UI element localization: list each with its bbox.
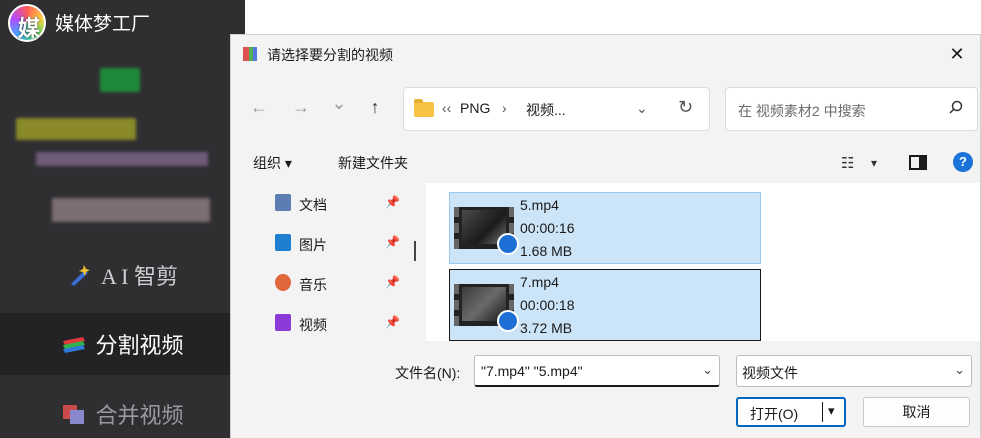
quick-access-label: 音乐 bbox=[299, 277, 327, 293]
search-icon bbox=[949, 100, 963, 114]
pin-icon: 📌 bbox=[385, 235, 400, 249]
file-item[interactable]: 5.mp4 00:00:16 1.68 MB bbox=[449, 192, 761, 264]
file-size: 3.72 MB bbox=[520, 320, 573, 336]
filetype-value: 视频文件 bbox=[742, 365, 798, 381]
navigation-bar: ← → ⌄ ↑ ‹‹ PNG › 视频... ⌄ ↻ 在 视频素材2 中搜索 bbox=[231, 87, 980, 131]
blurred-username bbox=[16, 118, 136, 140]
file-open-dialog: 请选择要分割的视频 ✕ ← → ⌄ ↑ ‹‹ PNG › 视频... ⌄ ↻ 在… bbox=[230, 34, 981, 438]
help-icon[interactable]: ? bbox=[953, 152, 973, 172]
nav-split-label: 分割视频 bbox=[95, 333, 184, 358]
ai-wand-icon bbox=[67, 264, 93, 286]
close-button[interactable]: ✕ bbox=[934, 35, 980, 73]
nav-ai-label: A I 智剪 bbox=[100, 264, 178, 289]
split-layers-icon bbox=[61, 333, 87, 355]
filename-input[interactable]: "7.mp4" "5.mp4" ⌄ bbox=[474, 355, 720, 387]
quick-access-videos[interactable]: 视频 📌 bbox=[271, 313, 411, 335]
new-folder-button[interactable]: 新建文件夹 bbox=[338, 153, 408, 173]
file-duration: 00:00:16 bbox=[520, 220, 575, 236]
open-button[interactable]: 打开(O) ▾ bbox=[736, 397, 846, 427]
quick-access-label: 视频 bbox=[299, 317, 327, 333]
blurred-avatar bbox=[100, 68, 140, 92]
pictures-icon bbox=[275, 234, 291, 251]
open-button-label: 打开(O) bbox=[750, 406, 799, 422]
video-thumbnail bbox=[454, 284, 519, 332]
app-logo-text: 媒 bbox=[18, 16, 41, 41]
nav-merge-video[interactable]: 合并视频 bbox=[0, 383, 245, 438]
breadcrumb-png[interactable]: PNG bbox=[460, 100, 490, 116]
video-thumbnail bbox=[454, 207, 519, 255]
media-player-badge-icon bbox=[497, 233, 519, 255]
quick-access-label: 图片 bbox=[299, 237, 327, 253]
cancel-button[interactable]: 取消 bbox=[863, 397, 970, 427]
merge-icon bbox=[61, 403, 87, 425]
pin-icon: 📌 bbox=[385, 275, 400, 289]
command-bar: 组织 ▾ 新建文件夹 ☷ ▾ ? bbox=[231, 145, 980, 181]
file-size: 1.68 MB bbox=[520, 243, 573, 259]
document-icon bbox=[275, 194, 291, 211]
filetype-select[interactable]: 视频文件 ⌄ bbox=[736, 355, 972, 387]
nav-ai-edit[interactable]: A I 智剪 bbox=[0, 244, 245, 306]
refresh-icon[interactable]: ↻ bbox=[678, 97, 693, 118]
navigation-pane: 文档 📌 图片 📌 音乐 📌 视频 📌 bbox=[231, 183, 426, 341]
dialog-titlebar: 请选择要分割的视频 ✕ bbox=[231, 35, 980, 73]
back-arrow-icon[interactable]: ← bbox=[247, 97, 271, 118]
media-player-badge-icon bbox=[497, 310, 519, 332]
pin-icon: 📌 bbox=[385, 195, 400, 209]
open-button-divider bbox=[822, 402, 823, 422]
address-bar[interactable]: ‹‹ PNG › 视频... ⌄ ↻ bbox=[403, 87, 710, 131]
quick-access-label: 文档 bbox=[299, 197, 327, 213]
breadcrumb-overflow[interactable]: ‹‹ bbox=[442, 100, 451, 116]
search-box[interactable]: 在 视频素材2 中搜索 bbox=[725, 87, 978, 131]
dialog-footer: 文件名(N): "7.mp4" "5.mp4" ⌄ 视频文件 ⌄ 打开(O) ▾… bbox=[231, 341, 980, 438]
nav-merge-label: 合并视频 bbox=[95, 403, 184, 428]
blurred-info bbox=[36, 152, 208, 166]
dialog-title: 请选择要分割的视频 bbox=[267, 47, 393, 63]
close-icon: ✕ bbox=[949, 43, 965, 64]
nav-split-video[interactable]: 分割视频 bbox=[0, 313, 245, 375]
filetype-dropdown-icon: ⌄ bbox=[954, 362, 965, 377]
pin-icon: 📌 bbox=[385, 315, 400, 329]
folder-icon bbox=[414, 99, 434, 117]
pane-splitter[interactable] bbox=[414, 241, 416, 261]
filename-label: 文件名(N): bbox=[395, 365, 461, 381]
forward-arrow-icon[interactable]: → bbox=[289, 97, 313, 118]
file-name: 5.mp4 bbox=[520, 197, 559, 213]
quick-access-documents[interactable]: 文档 📌 bbox=[271, 193, 411, 215]
filename-value: "7.mp4" "5.mp4" bbox=[481, 363, 583, 379]
open-dropdown-icon[interactable]: ▾ bbox=[828, 403, 835, 419]
address-dropdown-icon[interactable]: ⌄ bbox=[636, 100, 648, 117]
filename-dropdown-icon[interactable]: ⌄ bbox=[702, 362, 713, 378]
breadcrumb-videos[interactable]: 视频... bbox=[526, 100, 566, 120]
videos-icon bbox=[275, 314, 291, 331]
blurred-status bbox=[52, 198, 210, 222]
content-area: 文档 📌 图片 📌 音乐 📌 视频 📌 5.mp4 00:00:16 1.68 … bbox=[231, 183, 980, 341]
breadcrumb-separator-icon: › bbox=[502, 100, 507, 116]
view-options-icon[interactable]: ☷ bbox=[841, 154, 854, 172]
quick-access-music[interactable]: 音乐 📌 bbox=[271, 273, 411, 295]
app-main-background bbox=[245, 0, 981, 36]
preview-pane-icon[interactable] bbox=[909, 155, 927, 170]
organize-menu[interactable]: 组织 ▾ bbox=[253, 153, 292, 173]
file-duration: 00:00:18 bbox=[520, 297, 575, 313]
recent-locations-chevron-icon[interactable]: ⌄ bbox=[327, 93, 351, 114]
app-logo: 媒 bbox=[8, 4, 46, 42]
app-name: 媒体梦工厂 bbox=[55, 14, 151, 35]
file-item[interactable]: 7.mp4 00:00:18 3.72 MB bbox=[449, 269, 761, 341]
app-sidebar: 媒 媒体梦工厂 A I 智剪 分割视频 合并视频 bbox=[0, 0, 245, 438]
app-small-icon bbox=[241, 45, 259, 63]
view-dropdown-icon[interactable]: ▾ bbox=[871, 156, 877, 170]
quick-access-pictures[interactable]: 图片 📌 bbox=[271, 233, 411, 255]
music-icon bbox=[275, 274, 291, 291]
search-placeholder: 在 视频素材2 中搜索 bbox=[738, 103, 866, 119]
up-arrow-icon[interactable]: ↑ bbox=[363, 97, 387, 118]
file-name: 7.mp4 bbox=[520, 274, 559, 290]
